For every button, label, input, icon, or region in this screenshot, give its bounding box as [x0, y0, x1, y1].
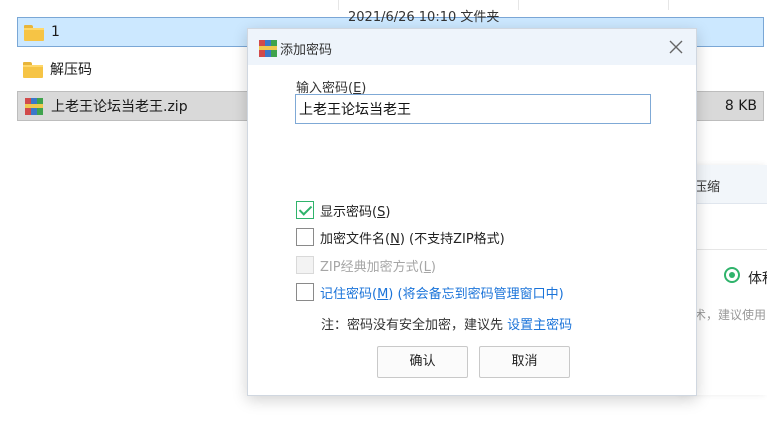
remember-password-checkbox[interactable]: [296, 283, 314, 301]
confirm-button[interactable]: 确认: [377, 346, 468, 378]
remember-password-option[interactable]: 记住密码(M) (将会备忘到密码管理窗口中): [296, 281, 564, 303]
security-note: 注：密码没有安全加密，建议先 设置主密码: [321, 318, 573, 333]
show-password-option[interactable]: 显示密码(S): [296, 199, 390, 221]
add-password-dialog: 添加密码 输入密码(E) 显示密码(S) 加密文件名(N) (不支持ZIP格式)…: [247, 28, 697, 396]
folder-icon: [23, 60, 43, 78]
zip-classic-encryption-label: ZIP经典加密方式(L): [320, 259, 436, 275]
zip-archive-icon: [24, 97, 44, 115]
volume-radio[interactable]: [724, 267, 740, 283]
show-password-label: 显示密码(S): [320, 204, 391, 220]
encrypt-filename-option[interactable]: 加密文件名(N) (不支持ZIP格式): [296, 226, 505, 248]
column-separator: [518, 0, 519, 10]
zip-classic-encryption-option: ZIP经典加密方式(L): [296, 254, 436, 276]
column-separator: [668, 0, 669, 10]
file-name: 1: [51, 24, 60, 40]
set-master-password-link[interactable]: 设置主密码: [507, 318, 572, 333]
zip-classic-encryption-checkbox: [296, 256, 314, 274]
show-password-checkbox[interactable]: [296, 201, 314, 219]
dialog-titlebar: 添加密码: [248, 29, 696, 65]
file-name: 解压码: [50, 62, 92, 78]
file-name: 上老王论坛当老王.zip: [51, 99, 188, 115]
file-size: 8 KB: [724, 98, 757, 114]
tab-compress-label: 压缩: [694, 180, 721, 195]
close-icon[interactable]: [664, 35, 688, 59]
encrypt-filename-checkbox[interactable]: [296, 228, 314, 246]
volume-radio-label: 体积: [748, 271, 767, 287]
zip-app-icon: [258, 39, 277, 57]
side-hint-text: 术，建议使用: [694, 308, 767, 322]
password-input[interactable]: [295, 94, 651, 124]
cancel-button[interactable]: 取消: [479, 346, 570, 378]
folder-icon: [24, 23, 44, 41]
remember-password-label: 记住密码(M) (将会备忘到密码管理窗口中): [320, 286, 564, 302]
dialog-title: 添加密码: [280, 43, 333, 58]
clipped-date-type: 2021/6/26 10:10 文件夹: [348, 10, 500, 25]
column-separator: [338, 0, 339, 10]
encrypt-filename-label: 加密文件名(N) (不支持ZIP格式): [320, 231, 505, 247]
